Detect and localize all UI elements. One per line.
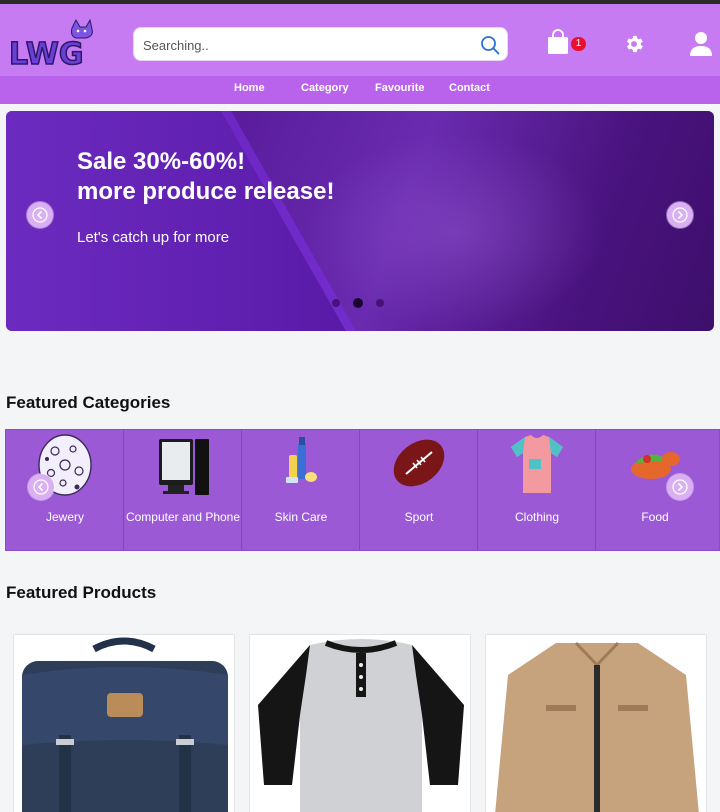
categories-carousel: Jewery Computer and Phone Skin Care Spor… [5, 429, 720, 551]
nav-favourite[interactable]: Favourite [375, 82, 425, 94]
slide-dot-1[interactable] [332, 299, 340, 307]
banner-title: Sale 30%-60%! more produce release! [77, 147, 334, 207]
cart-button[interactable]: 1 [547, 29, 587, 59]
main-nav: Home Category Favourite Contact [0, 76, 720, 104]
banner-prev-button[interactable] [27, 202, 53, 228]
search-icon[interactable] [479, 34, 501, 56]
chevron-left-icon [32, 207, 48, 223]
category-computer-and-phone[interactable]: Computer and Phone [124, 430, 242, 550]
computer-icon [159, 439, 209, 495]
shirt-image [258, 639, 464, 812]
shopping-bag-icon [548, 29, 568, 54]
categories-next-button[interactable] [667, 474, 693, 500]
chevron-left-icon [33, 479, 49, 495]
shirt-icon [511, 435, 563, 493]
featured-categories-title: Featured Categories [6, 393, 171, 412]
site-header: LWG 1 [0, 4, 720, 76]
search-bar [133, 27, 508, 61]
nav-category[interactable]: Category [301, 82, 349, 94]
featured-products-title: Featured Products [6, 583, 157, 602]
category-sport[interactable]: Sport [360, 430, 478, 550]
product-card-khaki-jacket[interactable] [485, 634, 707, 812]
cart-count-badge: 1 [571, 37, 586, 51]
chevron-right-icon [672, 207, 688, 223]
backpack-image [22, 637, 228, 812]
category-skin-care[interactable]: Skin Care [242, 430, 360, 550]
banner-title-line2: more produce release! [77, 178, 335, 205]
banner-next-button[interactable] [667, 202, 693, 228]
settings-gear-icon[interactable] [623, 33, 645, 55]
logo-text: LWG [9, 37, 84, 70]
category-food[interactable]: Food [596, 430, 714, 550]
nav-home[interactable]: Home [234, 82, 265, 94]
category-clothing[interactable]: Clothing [478, 430, 596, 550]
football-icon [393, 439, 445, 487]
chevron-right-icon [672, 479, 688, 495]
slide-dot-3[interactable] [376, 299, 384, 307]
categories-prev-button[interactable] [28, 474, 54, 500]
category-label: Clothing [514, 510, 560, 524]
category-label: Computer and Phone [125, 510, 241, 524]
product-card-backpack[interactable] [13, 634, 235, 812]
category-label: Jewery [45, 510, 84, 524]
category-label: Sport [404, 510, 434, 524]
user-account-icon[interactable] [689, 31, 713, 57]
hero-banner: Sale 30%-60%! more produce release! Let'… [6, 111, 714, 331]
cat-ears-icon [71, 18, 93, 39]
nav-contact[interactable]: Contact [449, 82, 490, 94]
skin-care-icon [286, 437, 317, 483]
category-jewelry[interactable]: Jewery [6, 430, 124, 550]
product-card-henley-shirt[interactable] [249, 634, 471, 812]
banner-subtitle: Let's catch up for more [77, 229, 230, 246]
category-label: Food [641, 510, 669, 524]
search-input[interactable] [143, 35, 463, 55]
slide-dot-2[interactable] [353, 298, 363, 308]
jacket-image [495, 641, 699, 812]
banner-title-line1: Sale 30%-60%! [77, 148, 246, 175]
category-label: Skin Care [274, 510, 328, 524]
site-logo[interactable]: LWG [6, 18, 98, 70]
